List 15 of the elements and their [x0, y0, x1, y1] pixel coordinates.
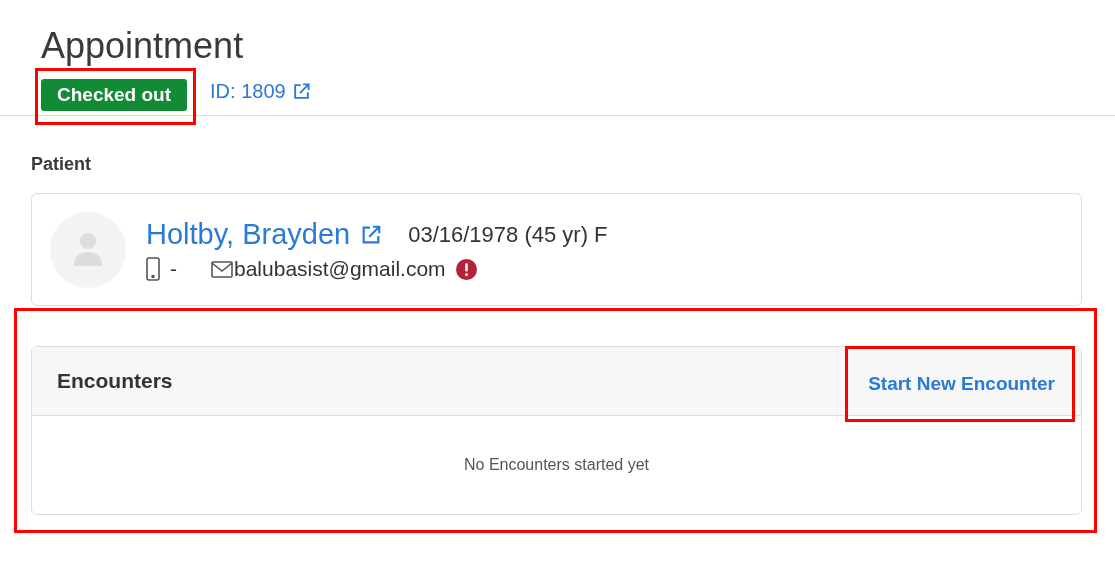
mail-icon — [211, 260, 233, 278]
patient-name-link[interactable]: Holtby, Brayden — [146, 218, 351, 251]
phone-icon — [146, 257, 160, 281]
birth-info: 03/16/1978 (45 yr) F — [408, 221, 608, 248]
appointment-id-link[interactable]: ID: 1809 — [210, 80, 311, 103]
start-encounter-button[interactable]: Start New Encounter — [868, 373, 1055, 395]
page-title: Appointment — [41, 24, 245, 68]
empty-message: No Encounters started yet — [463, 455, 650, 475]
phone-number: - — [170, 257, 177, 281]
external-link-icon — [360, 223, 383, 246]
panel-title: Encounters — [57, 369, 173, 393]
external-link-icon — [291, 82, 311, 101]
email-address: balubasist@gmail.com — [234, 257, 446, 281]
section-label: Patient — [31, 154, 92, 175]
status-badge: Checked out — [41, 79, 188, 111]
